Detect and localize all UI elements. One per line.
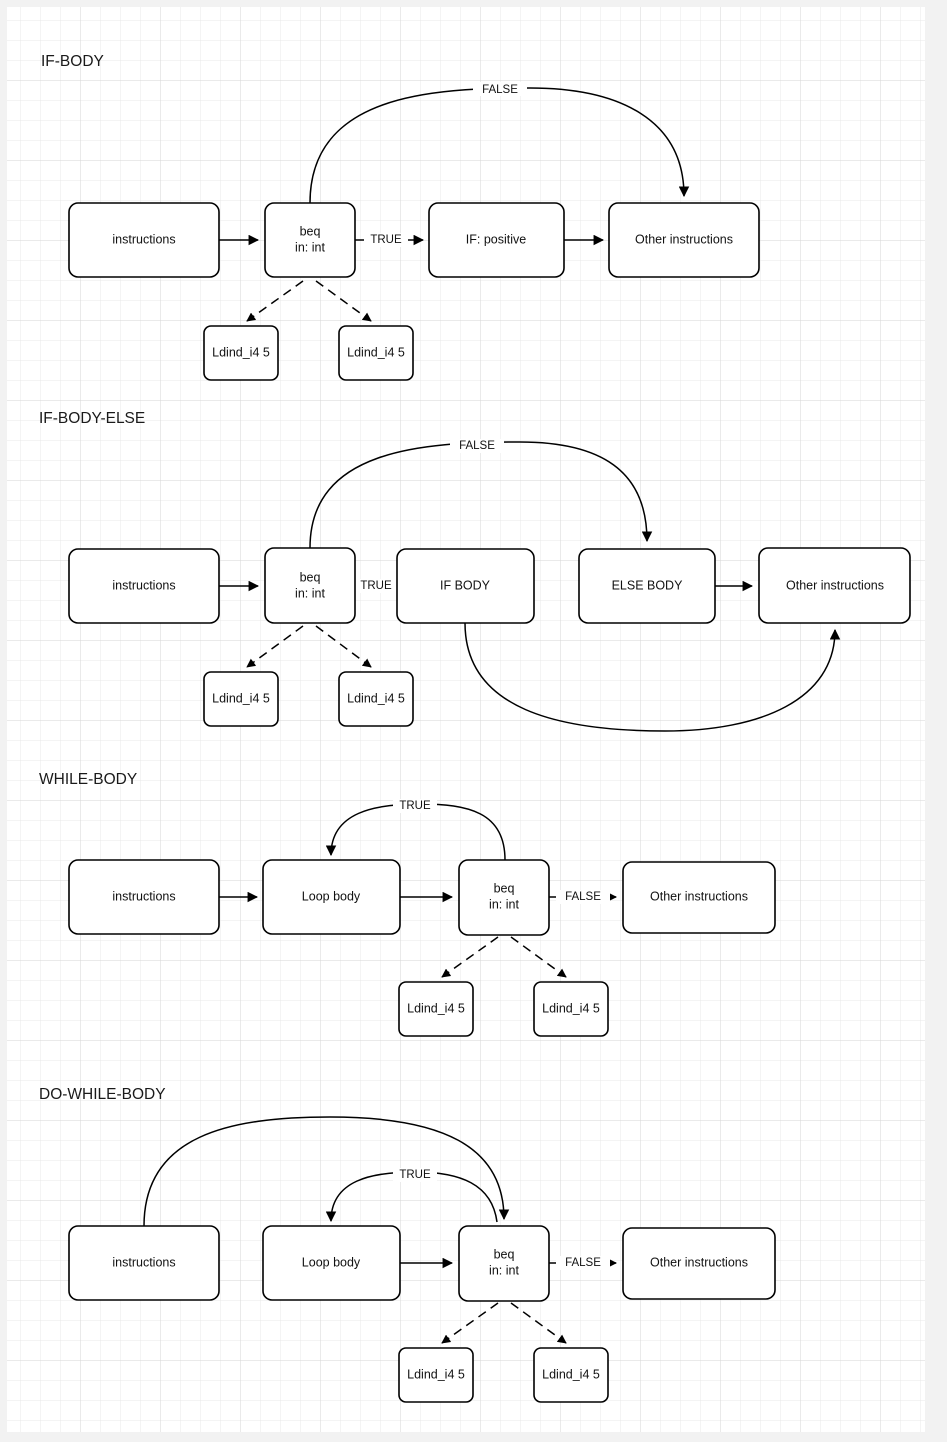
node-label: Ldind_i4 5 xyxy=(407,1001,465,1015)
node-label: Other instructions xyxy=(650,1255,748,1269)
node-if-positive-1[interactable]: IF: positive xyxy=(428,202,565,278)
node-ldind-left-2[interactable]: Ldind_i4 5 xyxy=(203,671,279,727)
node-label: Ldind_i4 5 xyxy=(347,345,405,359)
node-ldind-left-3[interactable]: Ldind_i4 5 xyxy=(398,981,474,1037)
node-beq-2[interactable]: beq in: int xyxy=(264,547,356,624)
node-ldind-right-4[interactable]: Ldind_i4 5 xyxy=(533,1347,609,1403)
node-label: Other instructions xyxy=(786,578,884,592)
node-instructions-1[interactable]: instructions xyxy=(68,202,220,278)
node-label: Ldind_i4 5 xyxy=(407,1367,465,1381)
node-label: Loop body xyxy=(302,1255,361,1269)
edge-label-true-while-body: TRUE xyxy=(399,800,431,812)
node-label: instructions xyxy=(112,232,175,246)
node-ldind-right-2[interactable]: Ldind_i4 5 xyxy=(338,671,414,727)
edge-label-true-if-body-else: TRUE xyxy=(360,580,392,592)
section-title-if-body: IF-BODY xyxy=(41,53,104,70)
node-label: Loop body xyxy=(302,889,361,903)
edge-label-false-if-body: FALSE xyxy=(482,84,518,96)
node-instructions-3[interactable]: instructions xyxy=(68,859,220,935)
node-beq-4[interactable]: beq in: int xyxy=(458,1225,550,1302)
node-label-line1: beq xyxy=(494,881,515,895)
node-beq-1[interactable]: beq in: int xyxy=(264,202,356,278)
node-label-line2: in: int xyxy=(295,240,325,254)
node-ldind-right-3[interactable]: Ldind_i4 5 xyxy=(533,981,609,1037)
node-label: IF BODY xyxy=(440,578,491,592)
node-instructions-4[interactable]: instructions xyxy=(68,1225,220,1301)
node-label-line2: in: int xyxy=(489,1263,519,1277)
node-label: Ldind_i4 5 xyxy=(212,345,270,359)
edge-label-false-while-body: FALSE xyxy=(565,891,601,903)
section-title-do-while-body: DO-WHILE-BODY xyxy=(39,1086,166,1103)
flowchart-diagram: IF-BODY FALSE TRUE instructions beq in: … xyxy=(0,0,947,1442)
node-label: Ldind_i4 5 xyxy=(542,1001,600,1015)
section-title-if-body-else: IF-BODY-ELSE xyxy=(39,410,145,427)
node-label: instructions xyxy=(112,1255,175,1269)
node-label: ELSE BODY xyxy=(612,578,684,592)
node-ldind-right-1[interactable]: Ldind_i4 5 xyxy=(338,325,414,381)
edge-label-true-do-while-body: TRUE xyxy=(399,1169,431,1181)
node-else-body-2[interactable]: ELSE BODY xyxy=(578,548,716,624)
node-label-line1: beq xyxy=(300,570,321,584)
edge-label-true-if-body: TRUE xyxy=(370,234,402,246)
node-label-line1: beq xyxy=(494,1247,515,1261)
node-label: Other instructions xyxy=(650,889,748,903)
node-other-instructions-1[interactable]: Other instructions xyxy=(608,202,760,278)
diagram-canvas: IF-BODY FALSE TRUE instructions beq in: … xyxy=(0,0,947,1442)
node-beq-3[interactable]: beq in: int xyxy=(458,859,550,936)
node-other-instructions-2[interactable]: Other instructions xyxy=(758,547,911,624)
node-ldind-left-1[interactable]: Ldind_i4 5 xyxy=(203,325,279,381)
node-other-instructions-4[interactable]: Other instructions xyxy=(622,1227,776,1300)
node-label: instructions xyxy=(112,889,175,903)
node-loop-body-3[interactable]: Loop body xyxy=(262,859,401,935)
node-label: Ldind_i4 5 xyxy=(212,691,270,705)
node-loop-body-4[interactable]: Loop body xyxy=(262,1225,401,1301)
edge-label-false-do-while-body: FALSE xyxy=(565,1257,601,1269)
section-title-while-body: WHILE-BODY xyxy=(39,771,137,788)
node-label: Ldind_i4 5 xyxy=(542,1367,600,1381)
node-other-instructions-3[interactable]: Other instructions xyxy=(622,861,776,934)
node-instructions-2[interactable]: instructions xyxy=(68,548,220,624)
node-label-line2: in: int xyxy=(295,586,325,600)
node-label-line1: beq xyxy=(300,224,321,238)
node-label: IF: positive xyxy=(466,232,526,246)
node-ldind-left-4[interactable]: Ldind_i4 5 xyxy=(398,1347,474,1403)
node-label-line2: in: int xyxy=(489,897,519,911)
node-label: Ldind_i4 5 xyxy=(347,691,405,705)
node-if-body-2[interactable]: IF BODY xyxy=(396,548,535,624)
edge-label-false-if-body-else: FALSE xyxy=(459,440,495,452)
node-label: Other instructions xyxy=(635,232,733,246)
node-label: instructions xyxy=(112,578,175,592)
